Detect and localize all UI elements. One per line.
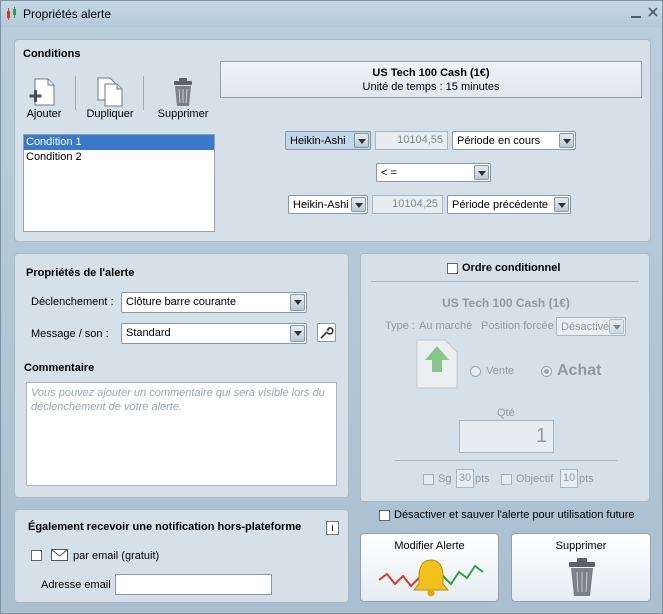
- envelope-icon: [51, 549, 68, 561]
- trash-icon: [174, 78, 192, 106]
- duplicate-condition-button[interactable]: Dupliquer: [83, 76, 137, 120]
- instrument-name: US Tech 100 Cash (1€): [372, 67, 490, 79]
- comment-title: Commentaire: [24, 362, 95, 374]
- minimize-icon[interactable]: [630, 7, 642, 19]
- wrench-icon: [320, 327, 334, 339]
- sound-select[interactable]: Standard: [121, 323, 307, 344]
- delete-alert-label: Supprimer: [555, 540, 607, 552]
- modify-alert-label: Modifier Alerte: [394, 540, 465, 552]
- forced-position-select[interactable]: Désactivé: [556, 317, 626, 336]
- disable-save-label: Désactiver et sauver l'alerte pour utili…: [394, 509, 635, 521]
- duplicate-label: Dupliquer: [86, 108, 134, 120]
- buy-arrow-document-icon: [416, 339, 458, 389]
- disable-save-checkbox[interactable]: [379, 510, 390, 521]
- notification-panel: Également recevoir une notification hors…: [14, 509, 349, 603]
- sound-settings-button[interactable]: [317, 323, 336, 342]
- email-address-input[interactable]: [115, 574, 272, 595]
- buy-radio[interactable]: [541, 366, 552, 377]
- instrument-info-box: US Tech 100 Cash (1€) Unité de temps : 1…: [220, 61, 642, 98]
- timeframe-text: Unité de temps : 15 minutes: [362, 81, 500, 93]
- modify-alert-button[interactable]: Modifier Alerte: [360, 533, 499, 602]
- conditional-order-title: Ordre conditionnel: [462, 262, 561, 274]
- delete-condition-button[interactable]: Supprimer: [155, 76, 211, 120]
- target-unit: pts: [579, 473, 594, 485]
- stop-loss-field[interactable]: 30: [456, 469, 474, 488]
- chevron-down-icon: [290, 325, 305, 342]
- value-field-1[interactable]: 10104,55: [375, 131, 448, 150]
- notification-title: Également recevoir une notification hors…: [28, 521, 302, 533]
- chevron-down-icon: [474, 165, 489, 180]
- period-select-1[interactable]: Période en cours: [452, 131, 576, 150]
- divider: [395, 460, 617, 461]
- sell-radio[interactable]: [470, 366, 481, 377]
- toolbar-separator: [75, 76, 76, 110]
- trigger-select[interactable]: Clôture barre courante: [121, 292, 307, 313]
- email-label: par email (gratuit): [73, 550, 160, 562]
- alert-properties-title: Propriétés de l'alerte: [26, 267, 135, 279]
- period-select-2[interactable]: Période précédente: [447, 195, 571, 214]
- email-checkbox[interactable]: [31, 550, 42, 561]
- sound-label: Message / son :: [31, 328, 109, 340]
- candlestick-app-icon: [7, 7, 16, 20]
- bell-chart-icon: [378, 559, 484, 597]
- info-icon[interactable]: i: [326, 521, 339, 535]
- add-condition-button[interactable]: Ajouter: [21, 76, 67, 120]
- target-label: Objectif: [516, 473, 554, 485]
- sell-label: Vente: [486, 365, 515, 377]
- quantity-field[interactable]: 1: [459, 420, 554, 453]
- comment-textarea[interactable]: Vous pouvez ajouter un commentaire qui s…: [26, 382, 337, 486]
- stop-loss-unit: pts: [475, 473, 490, 485]
- divider: [371, 281, 639, 282]
- chevron-down-icon: [351, 197, 366, 212]
- add-label: Ajouter: [26, 108, 62, 120]
- conditional-order-panel: Ordre conditionnel US Tech 100 Cash (1€)…: [360, 253, 650, 502]
- title-bar: Propriétés alerte: [1, 1, 662, 27]
- order-type-label: Type :: [385, 320, 415, 332]
- indicator-select-1[interactable]: Heikin-Ashi: [285, 131, 371, 150]
- forced-position-label: Position forcée: [481, 320, 554, 332]
- delete-label: Supprimer: [157, 108, 209, 120]
- conditions-panel: Conditions Ajouter Dupliquer Supprimer C…: [14, 39, 651, 242]
- target-field[interactable]: 10: [560, 469, 578, 488]
- email-address-label: Adresse email: [41, 579, 111, 591]
- order-type-value: Au marché: [419, 320, 473, 332]
- alert-properties-panel: Propriétés de l'alerte Déclenchement : C…: [14, 253, 349, 498]
- alert-properties-window: Propriétés alerte Conditions Ajouter Dup…: [0, 0, 663, 614]
- conditions-title: Conditions: [23, 48, 81, 60]
- window-title: Propriétés alerte: [23, 7, 112, 21]
- chevron-down-icon: [609, 319, 624, 334]
- conditional-order-checkbox[interactable]: [447, 263, 458, 274]
- buy-label: Achat: [557, 362, 602, 379]
- operator-select[interactable]: < =: [376, 163, 491, 182]
- conditions-list[interactable]: Condition 1 Condition 2: [23, 134, 215, 232]
- stop-loss-checkbox[interactable]: [423, 474, 434, 485]
- duplicate-icon: [97, 77, 123, 107]
- delete-alert-button[interactable]: Supprimer: [511, 533, 651, 602]
- quantity-label: Qté: [497, 407, 515, 419]
- stop-loss-label: Sg: [438, 473, 452, 485]
- list-item[interactable]: Condition 1: [24, 135, 214, 150]
- target-checkbox[interactable]: [501, 474, 512, 485]
- list-item[interactable]: Condition 2: [24, 150, 214, 165]
- chevron-down-icon: [559, 133, 574, 148]
- close-icon[interactable]: [647, 6, 659, 18]
- trigger-label: Déclenchement :: [31, 296, 114, 308]
- add-document-icon: [29, 78, 55, 106]
- value-field-2[interactable]: 10104,25: [372, 195, 443, 214]
- chevron-down-icon: [354, 133, 369, 148]
- chevron-down-icon: [554, 197, 569, 212]
- order-instrument: US Tech 100 Cash (1€): [442, 296, 570, 310]
- trash-icon: [569, 558, 595, 596]
- toolbar-separator: [143, 76, 144, 110]
- chevron-down-icon: [290, 294, 305, 311]
- indicator-select-2[interactable]: Heikin-Ashi: [288, 195, 368, 214]
